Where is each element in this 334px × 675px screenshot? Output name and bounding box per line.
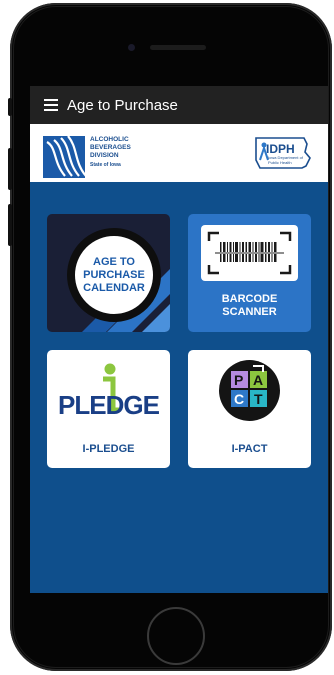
abd-logo: ALCOHOLIC BEVERAGES DIVISION State of Io…: [43, 136, 131, 178]
abd-state-label: State of Iowa: [90, 162, 121, 168]
front-camera: [128, 44, 135, 51]
barcode-scanner-label: BARCODE SCANNER: [188, 293, 311, 319]
abd-line-2: BEVERAGES: [90, 144, 131, 151]
idph-logo: IDPH Iowa Department of Public Health: [252, 134, 314, 172]
abd-wave-icon: [43, 136, 85, 178]
i-pact-letter-p: P: [234, 372, 244, 388]
i-pledge-logo-text: PLEDGE: [58, 390, 160, 420]
barcode-card: [201, 225, 298, 281]
i-pact-letter-c: C: [234, 391, 245, 407]
phone-mute-switch: [8, 98, 12, 116]
i-pact-letter-t: T: [254, 391, 263, 407]
logo-strip: ALCOHOLIC BEVERAGES DIVISION State of Io…: [30, 124, 328, 182]
app-title: Age to Purchase: [67, 96, 178, 114]
idph-name: IDPH: [266, 142, 295, 156]
abd-line-1: ALCOHOLIC: [90, 136, 129, 143]
calendar-tile-line-3: CALENDAR: [83, 281, 145, 294]
i-pact-letter-a: A: [253, 372, 264, 388]
i-pact-label: I-PACT: [231, 443, 268, 455]
i-pact-tile[interactable]: P A C T I-PACT: [188, 350, 311, 468]
i-pact-logo-icon: P A C T: [219, 360, 280, 421]
calendar-tile-line-1: AGE TO: [93, 255, 135, 268]
barcode-scanner-tile[interactable]: BARCODE SCANNER: [188, 214, 311, 332]
i-pledge-label: I-PLEDGE: [82, 443, 135, 455]
home-button[interactable]: [147, 607, 205, 665]
calendar-tile-line-2: PURCHASE: [83, 268, 145, 281]
app-bar: Age to Purchase: [30, 86, 328, 124]
abd-wordmark: ALCOHOLIC BEVERAGES DIVISION State of Io…: [90, 136, 131, 169]
idph-subtitle: Iowa Department of Public Health: [268, 155, 303, 165]
abd-line-3: DIVISION: [90, 152, 119, 159]
earpiece-speaker: [150, 45, 206, 50]
phone-volume-down: [8, 204, 12, 246]
barcode-scanner-line-1: BARCODE: [221, 293, 278, 305]
hamburger-menu-icon[interactable]: [44, 99, 58, 111]
age-to-purchase-calendar-tile[interactable]: AGE TO PURCHASE CALENDAR: [47, 214, 170, 332]
i-pledge-tile[interactable]: PLEDGE I-PLEDGE: [47, 350, 170, 468]
calendar-magnifier-icon: AGE TO PURCHASE CALENDAR: [67, 228, 161, 322]
barcode-icon: [207, 231, 292, 275]
barcode-scanner-line-2: SCANNER: [222, 306, 277, 318]
phone-volume-up: [8, 148, 12, 190]
app-screen: Age to Purchase ALCOHOLIC BEVERAGES DIVI…: [30, 86, 328, 593]
